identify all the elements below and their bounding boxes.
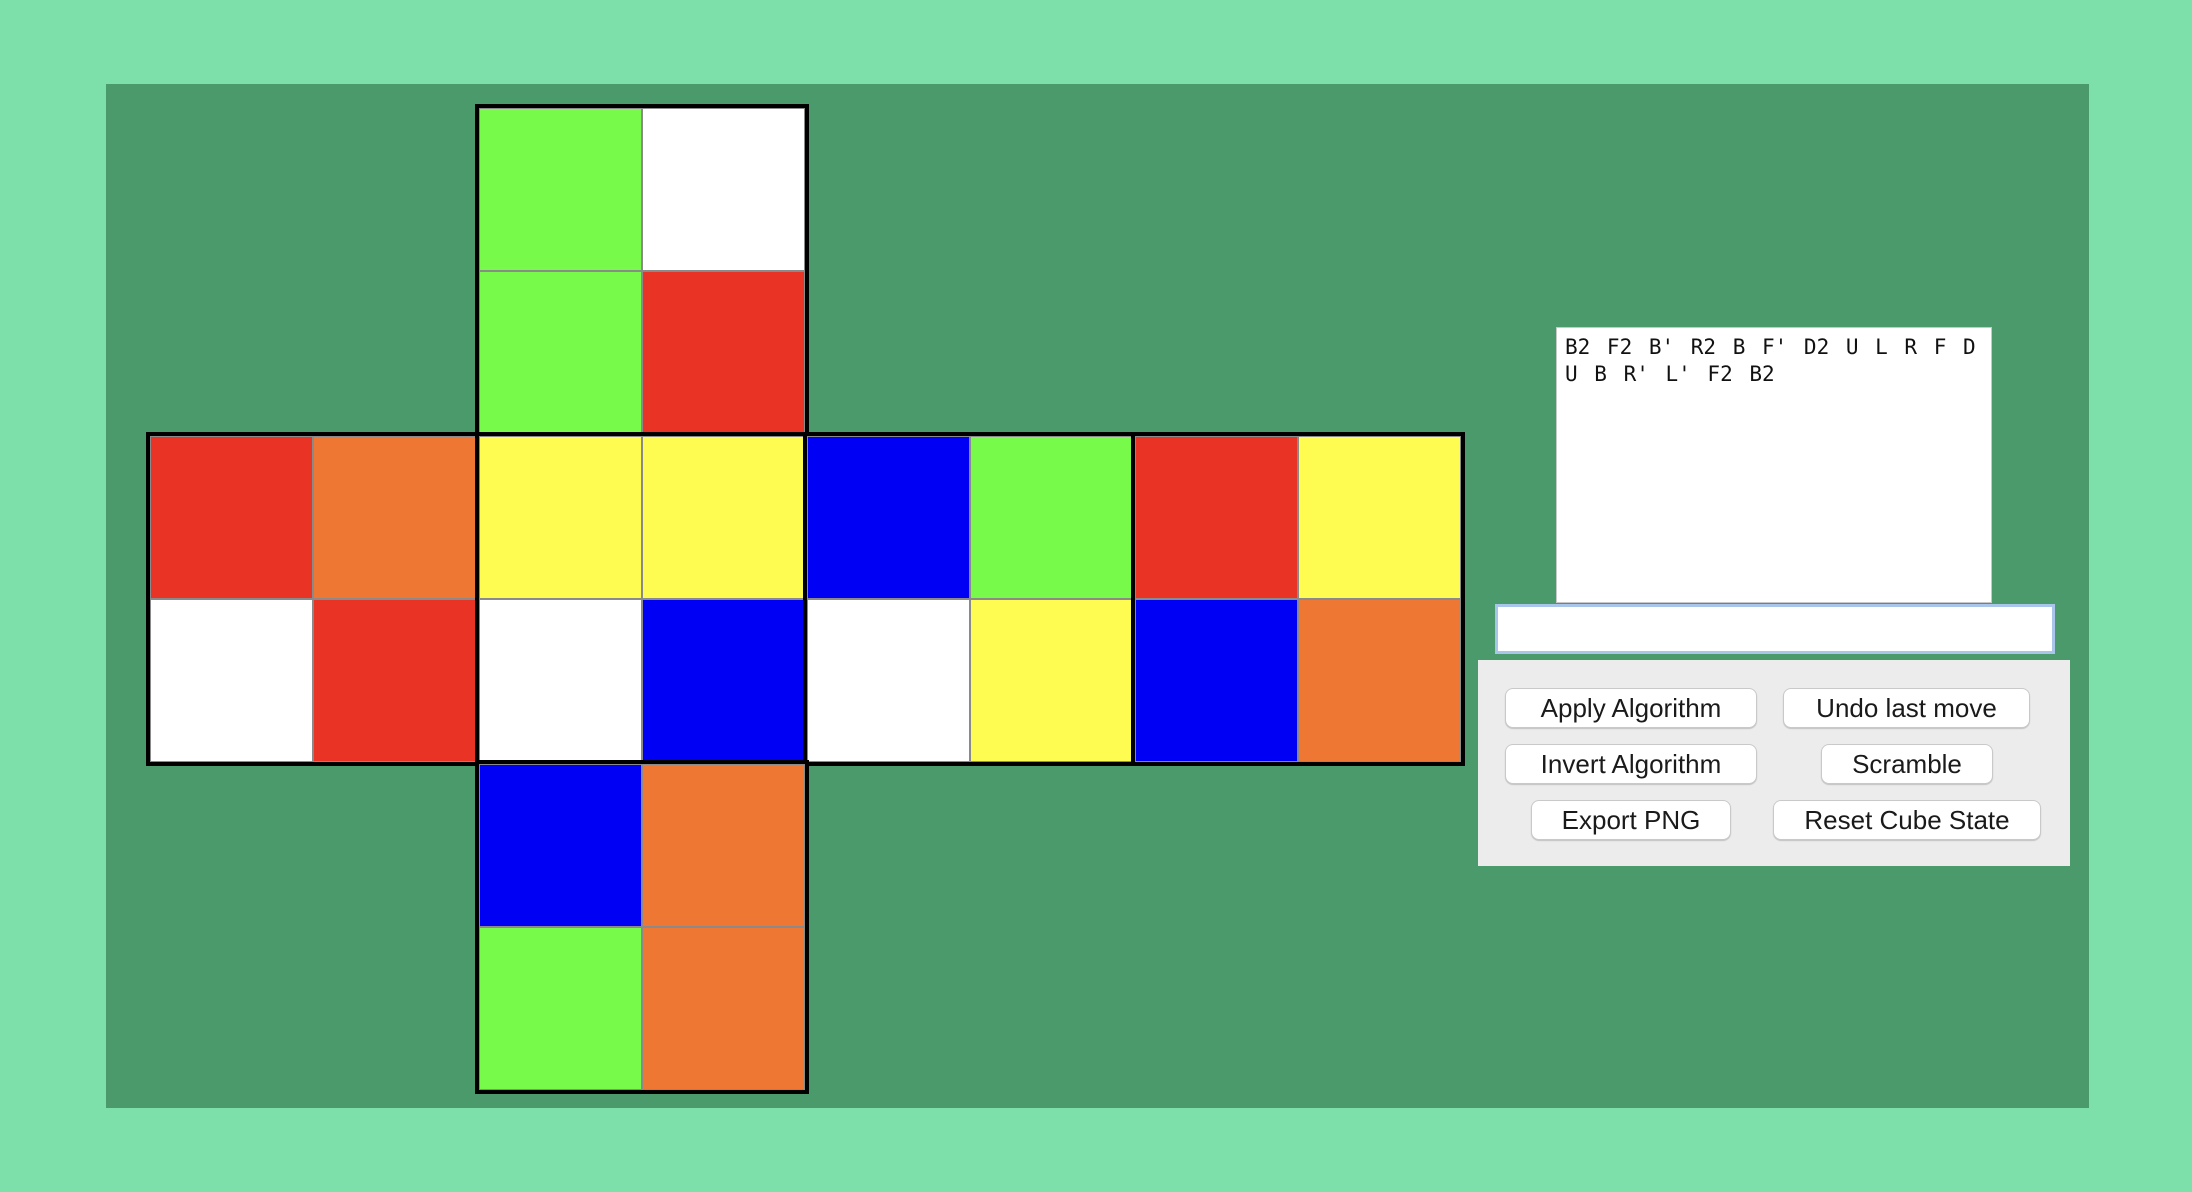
sticker-back-0 xyxy=(1135,436,1298,599)
scramble-button[interactable]: Scramble xyxy=(1821,744,1993,784)
sticker-down-3 xyxy=(642,927,805,1090)
algorithm-input[interactable] xyxy=(1495,604,2055,654)
sticker-back-3 xyxy=(1298,599,1461,762)
sticker-left-3 xyxy=(313,599,476,762)
sticker-up-0 xyxy=(479,108,642,271)
sticker-right-2 xyxy=(807,599,970,762)
face-right xyxy=(803,432,1137,766)
move-log-textarea[interactable]: B2 F2 B' R2 B F' D2 U L R F D U B R' L' … xyxy=(1556,327,1992,603)
sticker-back-2 xyxy=(1135,599,1298,762)
sticker-up-1 xyxy=(642,108,805,271)
face-down xyxy=(475,760,809,1094)
face-left xyxy=(146,432,480,766)
undo-last-move-button[interactable]: Undo last move xyxy=(1783,688,2030,728)
sticker-down-0 xyxy=(479,764,642,927)
sticker-back-1 xyxy=(1298,436,1461,599)
reset-cube-state-button[interactable]: Reset Cube State xyxy=(1773,800,2041,840)
sticker-down-1 xyxy=(642,764,805,927)
sticker-left-0 xyxy=(150,436,313,599)
button-panel: Apply Algorithm Undo last move Invert Al… xyxy=(1478,660,2070,866)
sticker-left-1 xyxy=(313,436,476,599)
sticker-up-2 xyxy=(479,271,642,434)
sticker-right-3 xyxy=(970,599,1133,762)
sticker-left-2 xyxy=(150,599,313,762)
sticker-up-3 xyxy=(642,271,805,434)
invert-algorithm-button[interactable]: Invert Algorithm xyxy=(1505,744,1757,784)
apply-algorithm-button[interactable]: Apply Algorithm xyxy=(1505,688,1757,728)
sticker-front-1 xyxy=(642,436,805,599)
sticker-front-0 xyxy=(479,436,642,599)
face-front xyxy=(475,432,809,766)
face-back xyxy=(1131,432,1465,766)
sticker-front-3 xyxy=(642,599,805,762)
export-png-button[interactable]: Export PNG xyxy=(1531,800,1731,840)
sticker-right-1 xyxy=(970,436,1133,599)
sticker-front-2 xyxy=(479,599,642,762)
face-up xyxy=(475,104,809,438)
sticker-right-0 xyxy=(807,436,970,599)
sticker-down-2 xyxy=(479,927,642,1090)
